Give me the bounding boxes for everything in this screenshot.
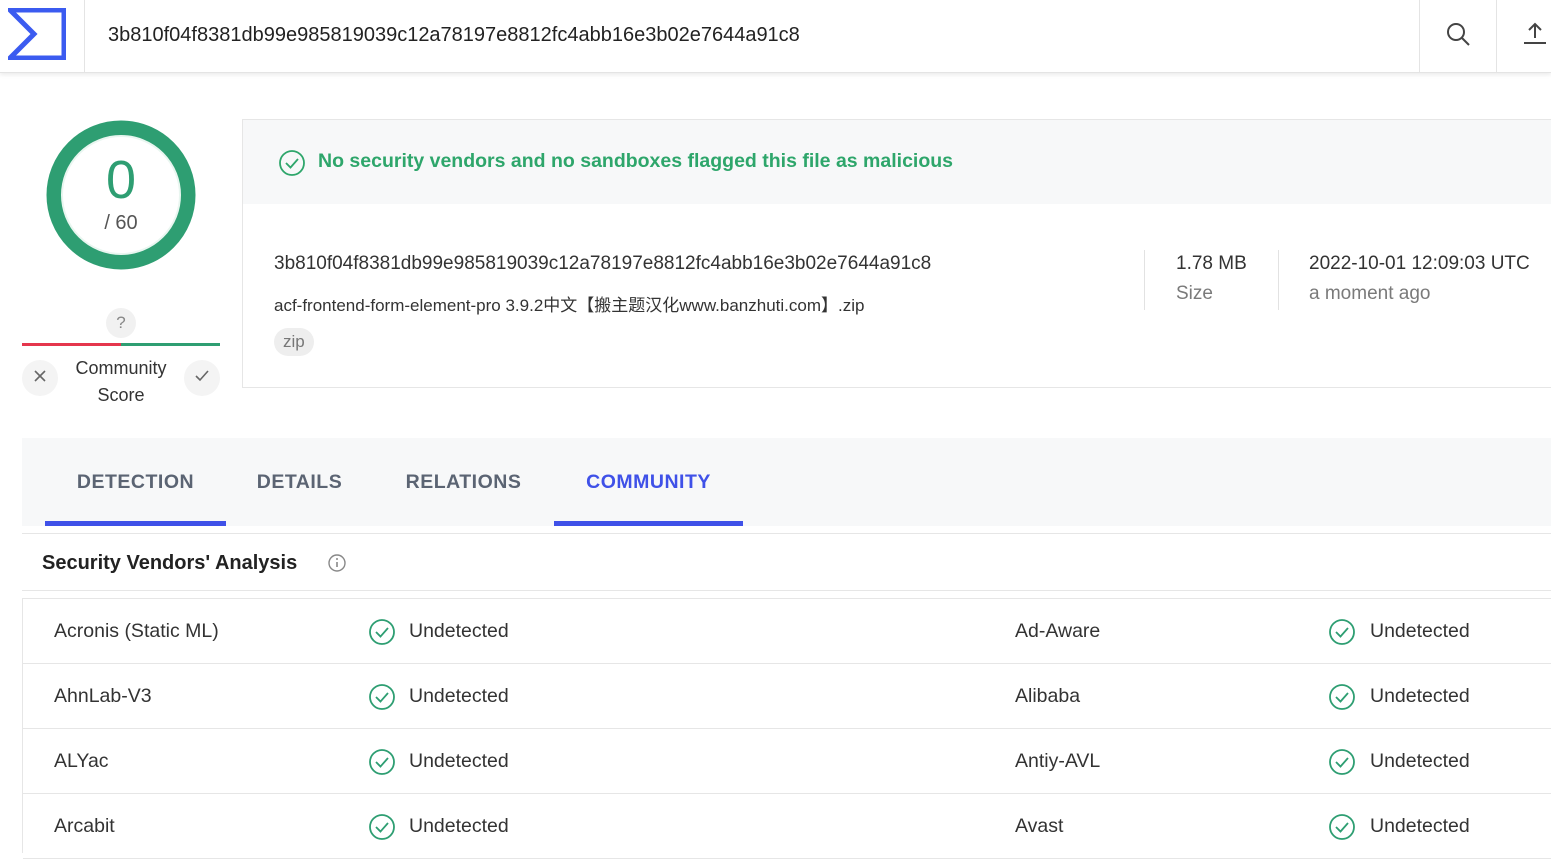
table-row: Acronis (Static ML) Undetected Ad-Aware … [23,599,1551,664]
analysis-date-relative: a moment ago [1309,283,1431,304]
upload-icon [1522,21,1548,52]
check-icon [194,369,210,388]
section-title: Security Vendors' Analysis [42,552,298,574]
table-row: AhnLab-V3 Undetected Alibaba Undetected [23,664,1551,729]
upload-button[interactable] [1496,0,1551,72]
vendor-result: Undetected [1370,620,1470,642]
vendor-name: ALYac [54,750,109,772]
search-input[interactable] [108,18,1398,52]
vendor-name: Avast [1015,815,1064,837]
tab-underline [45,521,226,526]
community-label-line2: Score [97,385,145,405]
info-icon[interactable] [328,554,346,577]
check-circle-icon [1328,683,1356,716]
tab-community[interactable]: COMMUNITY [554,438,743,526]
file-hash: 3b810f04f8381db99e985819039c12a78197e881… [274,253,932,274]
check-circle-icon [1328,748,1356,781]
tab-community-label: COMMUNITY [586,470,711,493]
tab-detection-label: DETECTION [76,470,195,493]
vendor-result: Undetected [409,685,509,707]
vendor-result: Undetected [409,815,509,837]
divider [84,0,85,72]
community-score-bar [22,343,220,346]
tab-underline [554,521,743,526]
community-score-label: Community Score [62,355,180,409]
tab-relations-label: RELATIONS [405,470,522,493]
vendor-name: Arcabit [54,815,115,837]
detection-count: 0 [105,150,137,210]
vote-harmless-button[interactable] [184,360,220,396]
tab-detection[interactable]: DETECTION [45,438,226,526]
vendor-result: Undetected [1370,685,1470,707]
vendor-name: Alibaba [1015,685,1081,707]
verdict-banner: No security vendors and no sandboxes fla… [243,120,1551,204]
community-score-value: ? [106,308,136,338]
file-summary-card: No security vendors and no sandboxes fla… [242,119,1551,388]
vendor-result: Undetected [1370,750,1470,772]
community-label-line1: Community [75,358,167,378]
search-icon [1445,21,1471,52]
check-circle-icon [368,618,396,651]
vote-malicious-button[interactable] [22,360,58,396]
check-circle-icon [368,683,396,716]
community-bar-harmless [121,343,220,346]
tab-details[interactable]: DETAILS [233,438,366,526]
virustotal-logo-icon[interactable] [3,7,67,61]
vendors-section-header: Security Vendors' Analysis [22,533,1551,591]
detection-total: / 60 [104,212,138,234]
file-name: acf-frontend-form-element-pro 3.9.2中文【搬主… [274,296,865,315]
table-row: ALYac Undetected Antiy-AVL Undetected [23,729,1551,794]
analysis-date-value: 2022-10-01 12:09:03 UTC [1309,253,1530,274]
check-circle-icon [278,149,306,182]
divider [1144,250,1145,310]
table-row: Arcabit Undetected Avast Undetected [23,794,1551,859]
vendor-result: Undetected [409,620,509,642]
file-size-label: Size [1176,283,1213,304]
check-circle-icon [1328,813,1356,846]
file-type-tag[interactable]: zip [274,328,314,356]
tab-details-label: DETAILS [256,470,343,493]
check-circle-icon [368,813,396,846]
community-bar-malicious [22,343,121,346]
vendor-name: Acronis (Static ML) [54,620,219,642]
vendor-result: Undetected [409,750,509,772]
vendor-result: Undetected [1370,815,1470,837]
divider [1278,250,1279,310]
top-bar [0,0,1551,73]
report-tabs: DETECTION DETAILS RELATIONS COMMUNITY [22,438,1551,526]
tab-relations[interactable]: RELATIONS [382,438,545,526]
vendor-name: AhnLab-V3 [54,685,152,707]
vendors-table: Acronis (Static ML) Undetected Ad-Aware … [22,598,1551,859]
vendor-name: Ad-Aware [1015,620,1101,642]
close-icon [33,369,47,388]
verdict-text: No security vendors and no sandboxes fla… [318,150,953,172]
file-size-value: 1.78 MB [1176,253,1247,274]
search-button[interactable] [1419,0,1496,72]
check-circle-icon [1328,618,1356,651]
vendor-name: Antiy-AVL [1015,750,1101,772]
check-circle-icon [368,748,396,781]
